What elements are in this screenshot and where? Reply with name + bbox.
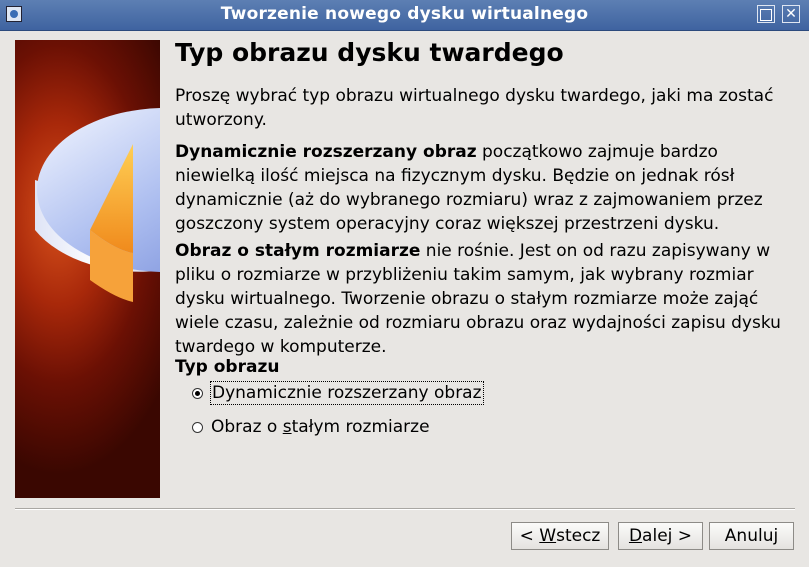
radio-fixed-label-start: Obraz o bbox=[211, 417, 283, 437]
maximize-button[interactable] bbox=[757, 5, 775, 23]
radio-fixed-label-end: tałym rozmiarze bbox=[291, 417, 430, 437]
disk-icon bbox=[35, 108, 160, 302]
radio-unselected-icon[interactable] bbox=[192, 421, 203, 433]
back-prefix: < bbox=[519, 526, 540, 546]
image-type-label: Typ obrazu bbox=[175, 357, 280, 377]
cancel-button[interactable]: Anuluj bbox=[709, 522, 794, 550]
next-label: alej > bbox=[642, 526, 693, 546]
close-icon: ✕ bbox=[785, 6, 797, 22]
fixed-description: Obraz o stałym rozmiarze nie rośnie. Jes… bbox=[175, 239, 790, 359]
radio-fixed[interactable]: Obraz o stałym rozmiarze bbox=[192, 416, 430, 438]
intro-text: Proszę wybrać typ obrazu wirtualnego dys… bbox=[175, 86, 774, 130]
radio-dynamic-label[interactable]: Dynamicznie rozszerzany obraz bbox=[210, 381, 484, 405]
close-button[interactable]: ✕ bbox=[782, 5, 800, 23]
radio-fixed-mnemonic: s bbox=[282, 417, 292, 437]
page-title: Typ obrazu dysku twardego bbox=[175, 38, 564, 67]
back-mnemonic: W bbox=[539, 526, 557, 546]
window-title: Tworzenie nowego dysku wirtualnego bbox=[220, 4, 589, 24]
dynamic-description: Dynamicznie rozszerzany obraz początkowo… bbox=[175, 140, 790, 236]
radio-selected-icon[interactable] bbox=[192, 387, 203, 399]
back-label: stecz bbox=[556, 526, 601, 546]
fixed-term: Obraz o stałym rozmiarze bbox=[175, 241, 421, 261]
maximize-icon bbox=[760, 9, 772, 21]
back-button[interactable]: < Wstecz bbox=[511, 522, 609, 550]
next-button[interactable]: Dalej > bbox=[618, 522, 703, 550]
radio-fixed-label[interactable]: Obraz o stałym rozmiarze bbox=[211, 416, 430, 438]
radio-dynamic[interactable]: Dynamicznie rozszerzany obraz bbox=[192, 381, 484, 405]
title-bar[interactable]: Tworzenie nowego dysku wirtualnego ✕ bbox=[0, 0, 809, 31]
wizard-side-image bbox=[15, 40, 160, 498]
next-mnemonic: D bbox=[628, 526, 643, 546]
dynamic-term: Dynamicznie rozszerzany obraz bbox=[175, 142, 477, 162]
button-separator bbox=[15, 508, 795, 510]
